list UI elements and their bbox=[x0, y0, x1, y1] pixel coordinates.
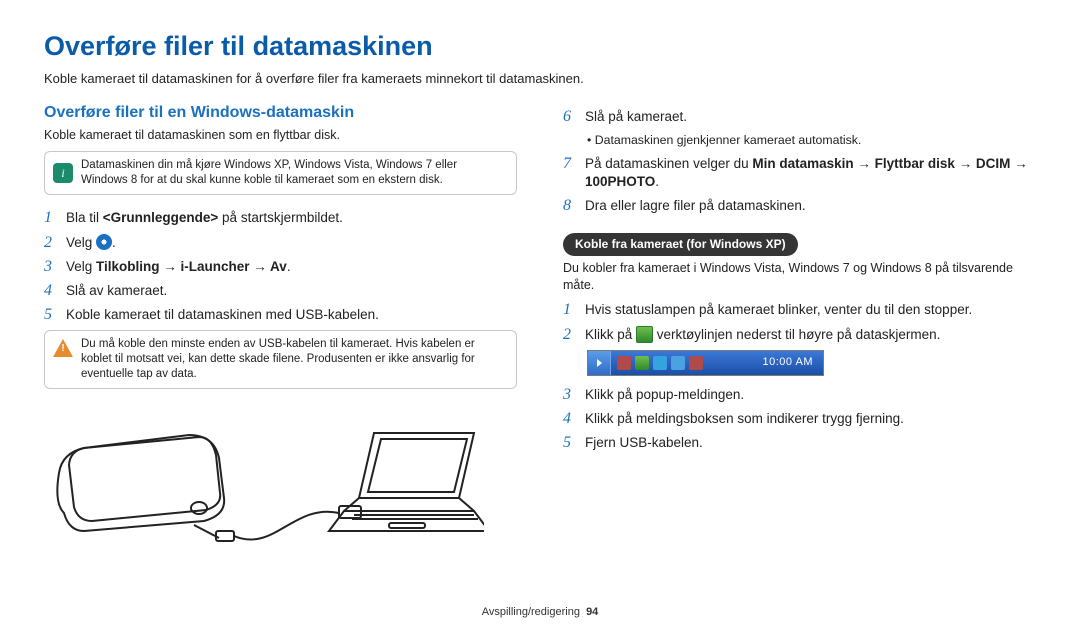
step-text: På datamaskinen velger du bbox=[585, 156, 752, 171]
step-bold: <Grunnleggende> bbox=[103, 210, 219, 225]
step-body: På datamaskinen velger du Min datamaskin… bbox=[585, 155, 1036, 191]
safely-remove-tray-icon bbox=[635, 356, 649, 370]
page-intro: Koble kameraet til datamaskinen for å ov… bbox=[44, 70, 1036, 88]
step-1: 1 Bla til <Grunnleggende> på startskjerm… bbox=[44, 209, 517, 227]
step-sub: Datamaskinen gjenkjenner kameraet automa… bbox=[587, 132, 1036, 149]
info-icon: i bbox=[53, 163, 73, 183]
step-body: Velg . bbox=[66, 234, 517, 252]
step-text: verktøylinjen nederst til høyre på datas… bbox=[653, 327, 940, 342]
illustration-svg bbox=[44, 403, 484, 553]
step-body: Koble kameraet til datamaskinen med USB-… bbox=[66, 306, 517, 324]
step-text: . bbox=[287, 259, 291, 274]
tray-icon-3 bbox=[653, 356, 667, 370]
step-number: 2 bbox=[563, 326, 577, 344]
step-number: 5 bbox=[563, 434, 577, 452]
step-8: 8 Dra eller lagre filer på datamaskinen. bbox=[563, 197, 1036, 215]
step-number: 5 bbox=[44, 306, 58, 324]
step-number: 1 bbox=[44, 209, 58, 227]
warning-note: Du må koble den minste enden av USB-kabe… bbox=[44, 330, 517, 389]
step-body: Hvis statuslampen på kameraet blinker, v… bbox=[585, 301, 1036, 319]
step-number: 4 bbox=[44, 282, 58, 300]
step-text: Velg bbox=[66, 235, 96, 250]
step-number: 6 bbox=[563, 108, 577, 126]
step-body: Bla til <Grunnleggende> på startskjermbi… bbox=[66, 209, 517, 227]
step-6: 6 Slå på kameraet. bbox=[563, 108, 1036, 126]
xp-step-2: 2 Klikk på verktøylinjen nederst til høy… bbox=[563, 326, 1036, 344]
info-note: i Datamaskinen din må kjøre Windows XP, … bbox=[44, 151, 517, 195]
camera-icon bbox=[96, 234, 112, 250]
step-text: Velg bbox=[66, 259, 96, 274]
camera-laptop-illustration bbox=[44, 403, 517, 553]
taskbar-expand-icon bbox=[588, 351, 611, 375]
step-body: Slå av kameraet. bbox=[66, 282, 517, 300]
tray-icon-4 bbox=[671, 356, 685, 370]
tray-icon-1 bbox=[617, 356, 631, 370]
xp-step-1: 1 Hvis statuslampen på kameraet blinker,… bbox=[563, 301, 1036, 319]
section-lead: Koble kameraet til datamaskinen som en f… bbox=[44, 127, 517, 144]
safely-remove-icon bbox=[636, 326, 653, 343]
pill-lead: Du kobler fra kameraet i Windows Vista, … bbox=[563, 260, 1036, 294]
step-number: 1 bbox=[563, 301, 577, 319]
step-body: Klikk på meldingsboksen som indikerer tr… bbox=[585, 410, 1036, 428]
taskbar-clock: 10:00 AM bbox=[763, 355, 823, 370]
tray-icon-5 bbox=[689, 356, 703, 370]
info-note-text: Datamaskinen din må kjøre Windows XP, Wi… bbox=[81, 158, 506, 188]
windows-taskbar-illustration: 10:00 AM bbox=[587, 350, 824, 376]
step-text: Klikk på bbox=[585, 327, 636, 342]
section-pill: Koble fra kameraet (for Windows XP) bbox=[563, 233, 798, 255]
step-number: 3 bbox=[44, 258, 58, 276]
step-number: 2 bbox=[44, 234, 58, 252]
xp-step-4: 4 Klikk på meldingsboksen som indikerer … bbox=[563, 410, 1036, 428]
step-text: . bbox=[655, 174, 659, 189]
page-footer: Avspilling/redigering 94 bbox=[0, 605, 1080, 620]
step-body: Fjern USB-kabelen. bbox=[585, 434, 1036, 452]
warning-icon bbox=[53, 339, 73, 357]
section-subtitle: Overføre filer til en Windows-datamaskin bbox=[44, 102, 517, 124]
xp-step-3: 3 Klikk på popup-meldingen. bbox=[563, 386, 1036, 404]
step-text: Bla til bbox=[66, 210, 103, 225]
step-bold: Tilkobling → i-Launcher → Av bbox=[96, 259, 287, 274]
warning-note-text: Du må koble den minste enden av USB-kabe… bbox=[81, 337, 506, 382]
xp-step-5: 5 Fjern USB-kabelen. bbox=[563, 434, 1036, 452]
step-text: . bbox=[112, 235, 116, 250]
taskbar-tray-icons bbox=[611, 356, 709, 370]
step-number: 8 bbox=[563, 197, 577, 215]
step-body: Velg Tilkobling → i-Launcher → Av. bbox=[66, 258, 517, 276]
step-4: 4 Slå av kameraet. bbox=[44, 282, 517, 300]
page-title: Overføre filer til datamaskinen bbox=[44, 28, 1036, 64]
left-column: Overføre filer til en Windows-datamaskin… bbox=[44, 102, 517, 553]
step-body: Dra eller lagre filer på datamaskinen. bbox=[585, 197, 1036, 215]
step-number: 4 bbox=[563, 410, 577, 428]
step-2: 2 Velg . bbox=[44, 234, 517, 252]
step-body: Slå på kameraet. bbox=[585, 108, 1036, 126]
step-7: 7 På datamaskinen velger du Min datamask… bbox=[563, 155, 1036, 191]
footer-page-number: 94 bbox=[586, 606, 598, 618]
footer-section: Avspilling/redigering bbox=[482, 606, 580, 618]
step-number: 7 bbox=[563, 155, 577, 191]
step-body: Klikk på verktøylinjen nederst til høyre… bbox=[585, 326, 1036, 344]
step-3: 3 Velg Tilkobling → i-Launcher → Av. bbox=[44, 258, 517, 276]
right-column: 6 Slå på kameraet. Datamaskinen gjenkjen… bbox=[563, 102, 1036, 553]
step-body: Klikk på popup-meldingen. bbox=[585, 386, 1036, 404]
step-5: 5 Koble kameraet til datamaskinen med US… bbox=[44, 306, 517, 324]
step-number: 3 bbox=[563, 386, 577, 404]
step-text: på startskjermbildet. bbox=[218, 210, 343, 225]
